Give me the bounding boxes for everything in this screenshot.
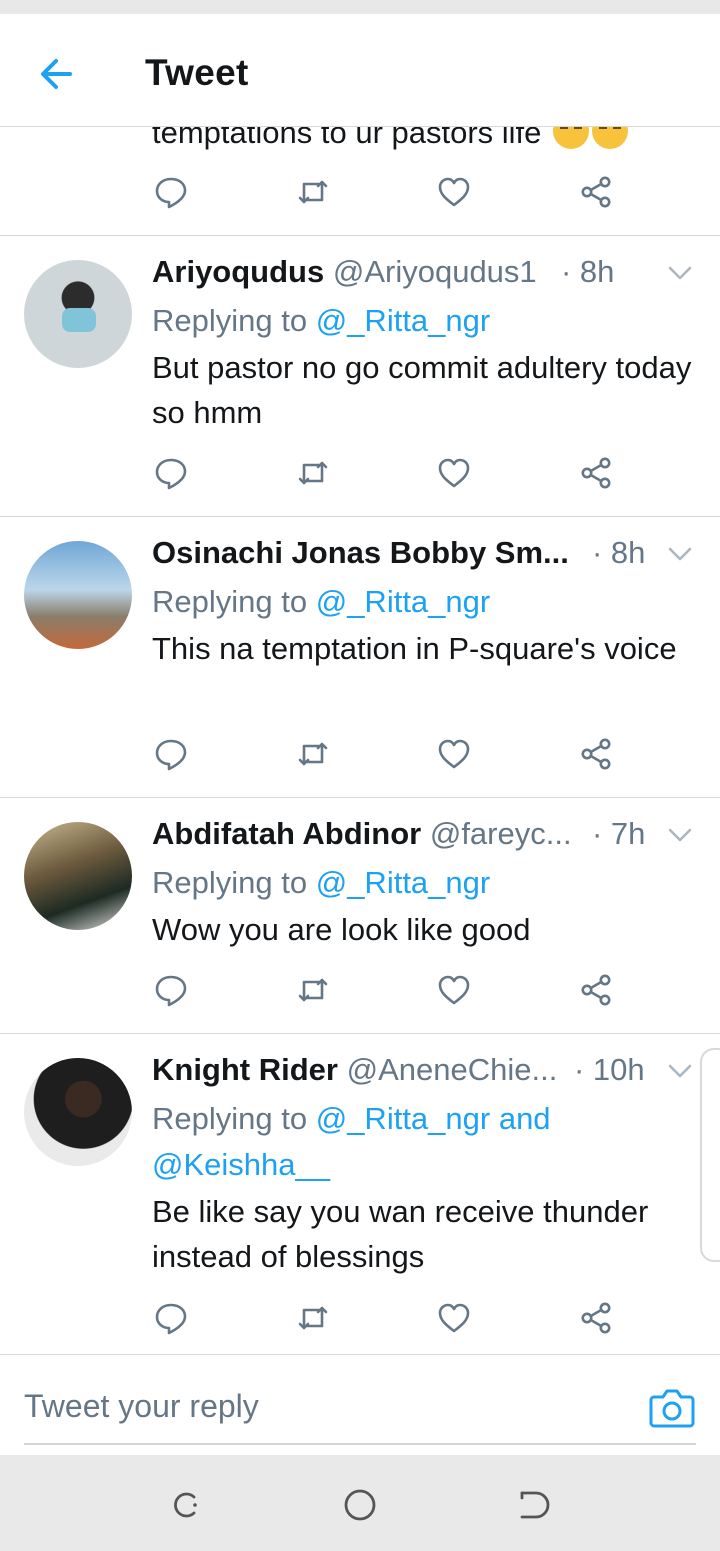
retweet-icon[interactable]	[296, 1301, 336, 1341]
avatar[interactable]	[24, 822, 132, 930]
author-name[interactable]: Abdifatah Abdinor	[152, 816, 421, 851]
author-handle: @fareyc...	[429, 816, 572, 851]
back-nav-icon[interactable]	[514, 1485, 554, 1525]
author-name[interactable]: Ariyoqudus	[152, 254, 324, 289]
retweet-icon[interactable]	[296, 456, 336, 496]
retweet-icon[interactable]	[296, 737, 336, 777]
share-icon[interactable]	[579, 456, 619, 496]
reply-composer[interactable]: Tweet your reply	[0, 1354, 720, 1455]
reply-icon[interactable]	[154, 175, 194, 215]
back-arrow-icon[interactable]	[36, 54, 76, 94]
mention-link[interactable]: @Keishha__	[152, 1147, 330, 1182]
tweet-time: · 8h	[561, 254, 615, 289]
avatar[interactable]	[24, 1058, 132, 1166]
author-handle: @Ariyoqudus1	[332, 254, 537, 289]
replies-feed[interactable]: temptations to ur pastors life Ariyoqudu…	[0, 127, 720, 1354]
tweet-text: But pastor no go commit adultery today s…	[152, 350, 692, 430]
mention-link[interactable]: @_Ritta_ngr	[316, 303, 491, 338]
retweet-icon[interactable]	[296, 973, 336, 1013]
input-underline	[24, 1443, 696, 1445]
reply-tweet[interactable]: Knight Rider @AneneChie... · 10h Replyin…	[0, 1034, 720, 1354]
avatar[interactable]	[24, 541, 132, 649]
tweet-text: Wow you are look like good	[152, 912, 531, 947]
fast-scroll-handle[interactable]	[700, 1048, 720, 1262]
mention-link[interactable]: @_Ritta_ngr and	[316, 1101, 551, 1136]
heart-icon[interactable]	[437, 1301, 477, 1341]
share-icon[interactable]	[579, 1301, 619, 1341]
page-title: Tweet	[145, 52, 249, 93]
share-icon[interactable]	[579, 737, 619, 777]
replying-to: Replying to @_Ritta_ngr and @Keishha__	[152, 1101, 551, 1182]
unamused-emoji-icon	[553, 127, 590, 149]
top-bar: Tweet	[0, 14, 720, 127]
tweet-header: Ariyoqudus @Ariyoqudus1	[152, 254, 537, 290]
mention-link[interactable]: @_Ritta_ngr	[316, 865, 491, 900]
author-name[interactable]: Osinachi Jonas Bobby Sm...	[152, 535, 569, 570]
reply-input[interactable]: Tweet your reply	[24, 1388, 259, 1425]
reply-icon[interactable]	[154, 737, 194, 777]
retweet-icon[interactable]	[296, 175, 336, 215]
heart-icon[interactable]	[437, 737, 477, 777]
partial-tweet[interactable]: temptations to ur pastors life	[0, 127, 720, 236]
author-name[interactable]: Knight Rider	[152, 1052, 338, 1087]
recent-apps-icon[interactable]	[166, 1485, 206, 1525]
reply-tweet[interactable]: Ariyoqudus @Ariyoqudus1 · 8h Replying to…	[0, 236, 720, 517]
status-bar	[0, 0, 720, 14]
chevron-down-icon[interactable]	[668, 266, 692, 280]
reply-tweet[interactable]: Abdifatah Abdinor @fareyc... · 7h Replyi…	[0, 798, 720, 1034]
tweet-actions	[150, 1301, 630, 1341]
tweet-time: · 10h	[574, 1052, 645, 1087]
system-nav-bar	[0, 1455, 720, 1551]
home-icon[interactable]	[340, 1485, 380, 1525]
reply-tweet[interactable]: Osinachi Jonas Bobby Sm... · 8h Replying…	[0, 517, 720, 798]
tweet-header: Abdifatah Abdinor @fareyc...	[152, 816, 572, 852]
tweet-actions	[150, 737, 630, 777]
tweet-time: · 8h	[592, 535, 646, 570]
tweet-actions	[150, 175, 630, 215]
tweet-header: Osinachi Jonas Bobby Sm...	[152, 535, 569, 571]
heart-icon[interactable]	[437, 973, 477, 1013]
heart-icon[interactable]	[437, 456, 477, 496]
replying-to: Replying to @_Ritta_ngr	[152, 865, 491, 900]
camera-icon[interactable]	[648, 1385, 696, 1429]
tweet-text: Be like say you wan receive thunder inst…	[152, 1194, 649, 1274]
reply-icon[interactable]	[154, 1301, 194, 1341]
share-icon[interactable]	[579, 973, 619, 1013]
avatar[interactable]	[24, 260, 132, 368]
chevron-down-icon[interactable]	[668, 1064, 692, 1078]
share-icon[interactable]	[579, 175, 619, 215]
tweet-header: Knight Rider @AneneChie...	[152, 1052, 557, 1088]
tweet-actions	[150, 456, 630, 496]
chevron-down-icon[interactable]	[668, 828, 692, 842]
tweet-time: · 7h	[592, 816, 646, 851]
replying-to: Replying to @_Ritta_ngr	[152, 584, 491, 619]
unamused-emoji-icon	[592, 127, 629, 149]
author-handle: @AneneChie...	[346, 1052, 558, 1087]
replying-to: Replying to @_Ritta_ngr	[152, 303, 491, 338]
tweet-text: This na temptation in P-square's voice	[152, 631, 677, 666]
mention-link[interactable]: @_Ritta_ngr	[316, 584, 491, 619]
tweet-actions	[150, 973, 630, 1013]
heart-icon[interactable]	[437, 175, 477, 215]
reply-icon[interactable]	[154, 973, 194, 1013]
chevron-down-icon[interactable]	[668, 547, 692, 561]
reply-icon[interactable]	[154, 456, 194, 496]
partial-tweet-text: temptations to ur pastors life	[152, 127, 629, 151]
